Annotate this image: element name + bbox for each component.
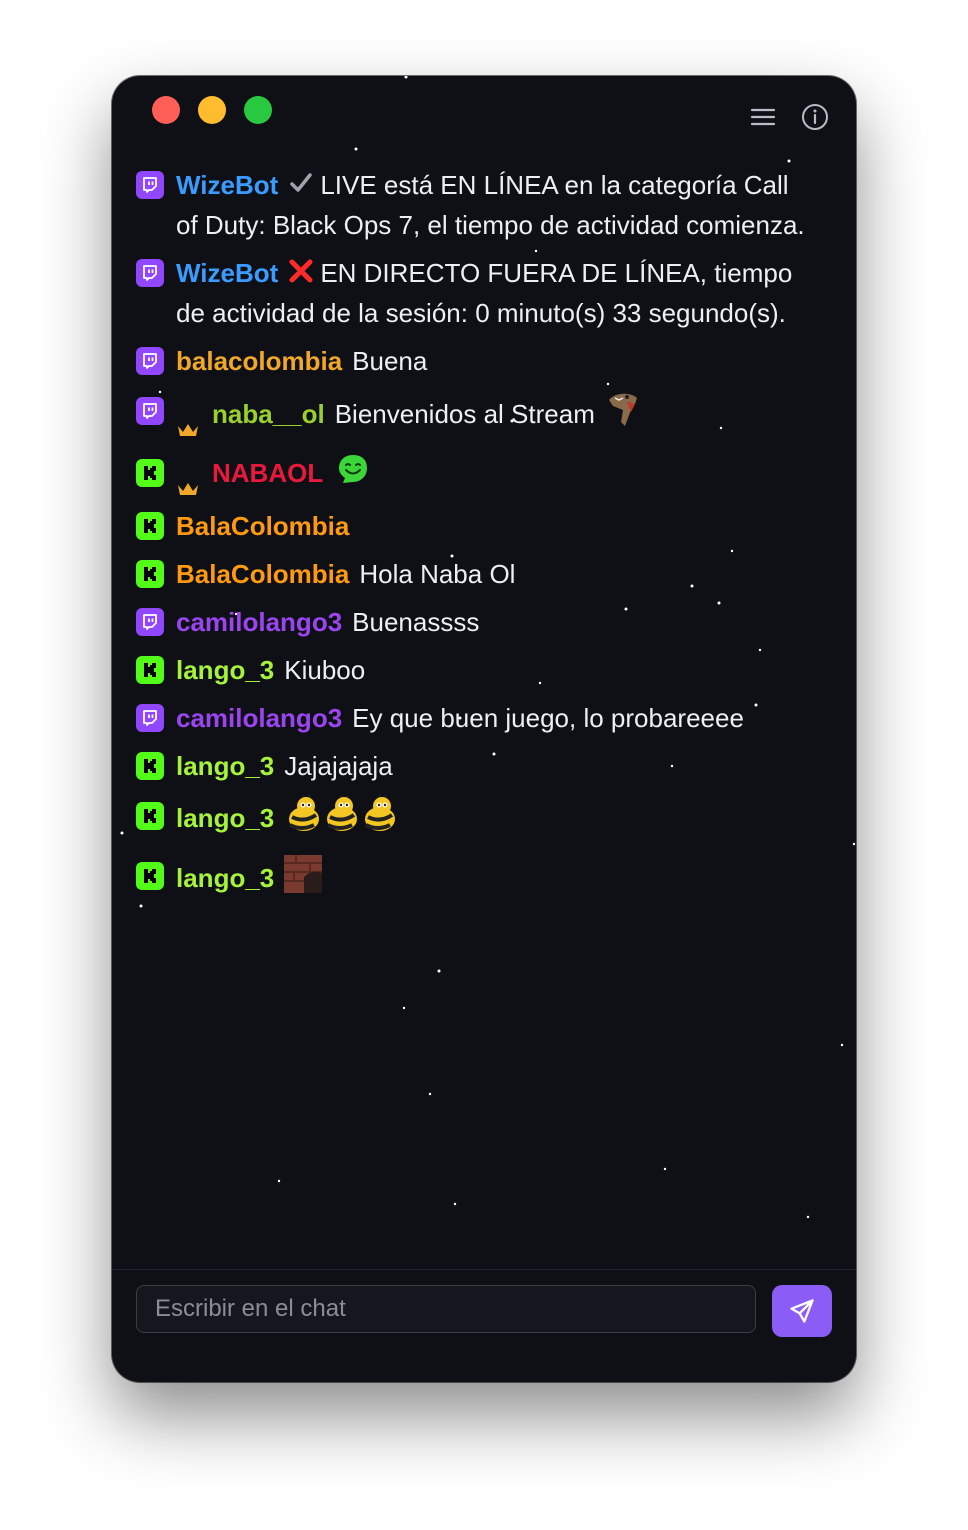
chat-message: camilolango3 Buenassss [136,603,816,641]
message-body: balacolombia Buena [176,342,816,380]
minimize-window-button[interactable] [198,96,226,124]
chat-message: lango_3 [136,855,816,905]
message-body: camilolango3 Buenassss [176,603,816,641]
bee-emote-x3 [284,793,398,845]
message-body: NABAOL [176,452,816,497]
send-icon [790,1299,814,1323]
chat-window: WizeBot LIVE está EN LÍNEA en la categorí… [112,76,856,1382]
message-body: WizeBot LIVE está EN LÍNEA en la categorí… [176,166,816,244]
close-window-button[interactable] [152,96,180,124]
check-icon [288,168,314,206]
message-text: Buena [352,346,428,377]
twitch-icon [136,608,164,637]
brick-photo-emote [284,855,323,905]
kick-icon [136,802,164,831]
kick-icon [136,752,164,781]
send-button[interactable] [772,1285,832,1337]
chat-message: WizeBot LIVE está EN LÍNEA en la categorí… [136,166,816,244]
username[interactable]: WizeBot [176,258,278,288]
username[interactable]: lango_3 [176,863,274,893]
username[interactable]: WizeBot [176,170,278,200]
chat-message: BalaColombia Hola Naba Ol [136,555,816,593]
twitch-icon [136,259,164,288]
message-body: BalaColombia [176,507,816,545]
chat-message: lango_3 Kiuboo [136,651,816,689]
chat-message: naba__ol Bienvenidos al Stream [136,390,816,442]
message-body: naba__ol Bienvenidos al Stream [176,390,816,442]
username[interactable]: camilolango3 [176,703,342,733]
maximize-window-button[interactable] [244,96,272,124]
twitch-icon [136,397,164,426]
kick-icon [136,560,164,589]
username[interactable]: balacolombia [176,346,342,376]
chat-message: balacolombia Buena [136,342,816,380]
window-controls [152,96,272,124]
twitch-icon [136,704,164,733]
username[interactable]: naba__ol [212,399,325,429]
kick-icon [136,512,164,541]
dinosaur-emote [605,390,641,442]
message-text: Bienvenidos al Stream [334,399,595,430]
message-text: Buenassss [352,607,480,638]
chat-input-bar [112,1269,856,1382]
kick-icon [136,862,164,891]
chat-message: WizeBot EN DIRECTO FUERA DE LÍNEA, tiempo… [136,254,816,332]
message-body: lango_3 Kiuboo [176,651,816,689]
crown-icon [176,467,200,496]
green-smile-emote [337,453,369,497]
message-body: camilolango3 Ey que buen juego, lo probar… [176,699,816,737]
chat-message-list: WizeBot LIVE está EN LÍNEA en la categorí… [136,166,816,915]
message-text: Ey que buen juego, lo probareeee [352,703,744,734]
chat-message: lango_3 [136,793,816,845]
chat-message: BalaColombia [136,507,816,545]
twitch-icon [136,171,164,199]
message-text: Kiuboo [284,655,366,686]
username[interactable]: NABAOL [212,458,323,488]
cross-icon [288,256,314,294]
hamburger-icon[interactable] [748,102,778,132]
message-body: lango_3 Jajajajaja [176,747,816,785]
message-body: WizeBot EN DIRECTO FUERA DE LÍNEA, tiempo… [176,254,816,332]
username[interactable]: lango_3 [176,803,274,833]
username[interactable]: lango_3 [176,751,274,781]
message-body: lango_3 [176,793,816,845]
kick-icon [136,656,164,685]
crown-icon [176,408,200,437]
message-body: BalaColombia Hola Naba Ol [176,555,816,593]
username[interactable]: BalaColombia [176,559,349,589]
chat-message: camilolango3 Ey que buen juego, lo probar… [136,699,816,737]
header-actions [748,102,830,132]
kick-icon [136,459,164,488]
chat-message: lango_3 Jajajajaja [136,747,816,785]
username[interactable]: BalaColombia [176,511,349,541]
message-body: lango_3 [176,855,816,905]
message-text: Hola Naba Ol [359,559,516,590]
chat-message: NABAOL [136,452,816,497]
message-text: Jajajajaja [284,751,393,782]
info-icon[interactable] [800,102,830,132]
twitch-icon [136,347,164,376]
username[interactable]: lango_3 [176,655,274,685]
chat-input[interactable] [136,1285,756,1333]
username[interactable]: camilolango3 [176,607,342,637]
